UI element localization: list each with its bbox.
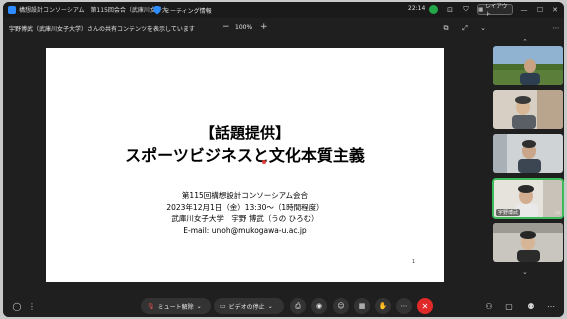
chevron-down-icon[interactable]: ⌄ — [197, 303, 202, 310]
participant-video-active-speaker[interactable]: 宇野博武 ▭ — [492, 178, 564, 219]
reactions-button[interactable]: ☺ — [333, 298, 349, 314]
share-banner: 宇野博武（武庫川女子大学）さんの共有コンテンツを表示しています — [9, 26, 195, 33]
title-bar: 構想設計コンソーシアム 第115回会合（武庫川女子大 ミーティング情報 22:1… — [3, 2, 564, 18]
people-icon[interactable]: ⚉ — [525, 300, 537, 312]
app-icon — [8, 6, 16, 14]
shield-icon — [153, 5, 161, 15]
slide-title-line2: スポーツビジネスと文化本質主義 — [125, 146, 365, 165]
fullscreen-icon[interactable]: ⤢ — [459, 23, 471, 33]
leave-meeting-button[interactable]: ✕ — [417, 298, 433, 314]
meeting-info-label: ミーティング情報 — [164, 7, 212, 15]
participant-video-image — [493, 134, 563, 173]
slide-line: E-mail: unoh@mukogawa-u.ac.jp — [183, 225, 307, 235]
participant-video-image — [493, 90, 563, 129]
apps-button[interactable]: ▦ — [354, 298, 370, 314]
more-options-icon[interactable]: ⋮ — [26, 300, 38, 312]
layout-button[interactable]: ▦ レイアウト — [477, 3, 513, 18]
raise-hand-button[interactable]: ✋ — [375, 298, 391, 314]
laser-pointer — [262, 160, 266, 164]
participant-video-image — [493, 223, 563, 262]
more-button[interactable]: ⋯ — [396, 298, 412, 314]
maximize-icon[interactable]: ☐ — [533, 3, 547, 16]
apps-icon: ▦ — [358, 302, 366, 310]
share-screen-icon: ⎙ — [295, 301, 301, 310]
camera-icon: ▭ — [220, 302, 226, 310]
slide-line: 第115回構想設計コンソーシアム会合 — [181, 191, 309, 200]
mic-muted-icon: 🎙 — [147, 302, 155, 310]
meeting-window: 構想設計コンソーシアム 第115回会合（武庫川女子大 ミーティング情報 22:1… — [3, 2, 564, 317]
meeting-toolbar: ◯ ⋮ 🎙 ミュート解除 ⌄ ▭ ビデオの停止 ⌄ ⎙ ◉ ☺ ▦ ✋ ⋯ ✕ … — [3, 295, 564, 317]
video-button[interactable]: ▭ ビデオの停止 ⌄ — [214, 298, 284, 314]
slide-page-number: 1 — [412, 259, 416, 265]
mute-label: ミュート解除 — [157, 303, 194, 311]
slide-line: 武庫川女子大学 宇野 博武（うの ひろむ） — [171, 214, 319, 223]
zoom-level: 100% — [235, 24, 253, 31]
zoom-out-button[interactable]: − — [222, 22, 230, 32]
status-icon[interactable]: ◯ — [11, 300, 23, 312]
participant-video[interactable] — [493, 223, 563, 262]
participant-name: 宇野博武 — [496, 209, 521, 216]
zoom-in-button[interactable]: + — [260, 22, 268, 32]
participant-video-image — [493, 46, 563, 85]
video-icon: ▭ — [555, 210, 560, 216]
mute-button[interactable]: 🎙 ミュート解除 ⌄ — [141, 298, 211, 314]
chevron-down-icon[interactable]: ⌄ — [268, 303, 273, 310]
participant-video[interactable] — [493, 134, 563, 173]
record-button[interactable]: ◉ — [311, 298, 327, 314]
shield-check-icon[interactable]: ⛉ — [460, 4, 472, 15]
participants-icon[interactable]: ⚇ — [483, 300, 495, 312]
meeting-info-button[interactable]: ミーティング情報 — [153, 4, 212, 16]
hand-icon: ✋ — [378, 302, 388, 310]
bookmark-icon[interactable]: ⊡ — [444, 4, 456, 15]
record-icon: ◉ — [315, 302, 323, 310]
scroll-up-icon[interactable]: ⌃ — [522, 38, 528, 46]
window-title: 構想設計コンソーシアム 第115回会合（武庫川女子大 — [19, 7, 168, 14]
video-label: ビデオの停止 — [228, 303, 265, 311]
close-icon[interactable]: ✕ — [548, 3, 562, 16]
participant-video[interactable] — [493, 46, 563, 85]
minimize-icon[interactable]: — — [517, 3, 531, 16]
participant-status: ▭ — [555, 210, 560, 216]
more-options-icon[interactable]: ⋯ — [545, 300, 557, 312]
layout-label: レイアウト — [485, 3, 508, 18]
chevron-down-icon[interactable]: ⌄ — [477, 23, 489, 33]
more-icon: ⋯ — [400, 302, 408, 310]
share-bar: 宇野博武（武庫川女子大学）さんの共有コンテンツを表示しています − 100% +… — [3, 19, 564, 37]
close-icon: ✕ — [421, 301, 429, 311]
more-icon[interactable]: ⋯ — [550, 23, 562, 33]
slide-details: 第115回構想設計コンソーシアム会合 2023年12月1日（金）13:30〜（1… — [46, 190, 444, 236]
security-status-icon — [429, 5, 438, 14]
reaction-icon: ☺ — [337, 302, 345, 310]
participant-video[interactable] — [493, 90, 563, 129]
scroll-down-icon[interactable]: ⌄ — [522, 268, 528, 276]
shared-slide: 【話題提供】 スポーツビジネスと文化本質主義 第115回構想設計コンソーシアム会… — [46, 48, 444, 282]
clock: 22:14 — [408, 5, 426, 12]
slide-title-line1: 【話題提供】 — [199, 124, 290, 142]
popout-icon[interactable]: ⧉ — [440, 23, 452, 33]
chat-icon[interactable]: ▢ — [503, 300, 515, 312]
grid-icon: ▦ — [478, 6, 484, 13]
slide-line: 2023年12月1日（金）13:30〜（1時間程度） — [166, 202, 324, 212]
share-screen-button[interactable]: ⎙ — [290, 298, 306, 314]
